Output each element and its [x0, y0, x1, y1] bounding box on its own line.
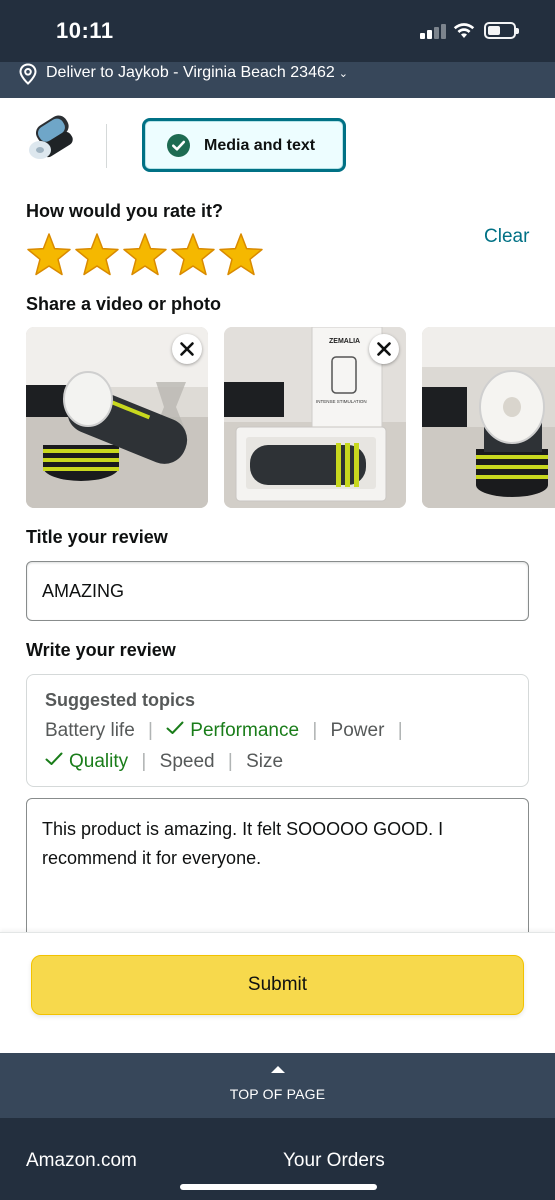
- star-icon[interactable]: [122, 232, 168, 278]
- battery-icon: [484, 22, 519, 39]
- rating-question: How would you rate it?: [26, 201, 223, 221]
- star-icon[interactable]: [74, 232, 120, 278]
- check-circle-icon: [167, 134, 190, 157]
- box-caption-text: INTENSE STIMULATION: [316, 399, 367, 404]
- clear-rating-link[interactable]: Clear: [484, 226, 529, 248]
- footer-link-amazon[interactable]: Amazon.com: [26, 1150, 137, 1172]
- status-time: 10:11: [56, 18, 114, 43]
- review-heading: Write your review: [26, 640, 176, 660]
- star-icon[interactable]: [26, 232, 72, 278]
- close-icon: [180, 342, 194, 356]
- topic-chip-size[interactable]: Size: [246, 751, 283, 772]
- media-heading: Share a video or photo: [26, 294, 222, 314]
- uploaded-photo[interactable]: [422, 327, 555, 508]
- title-heading: Title your review: [26, 527, 168, 547]
- suggested-topics-panel: Suggested topics Battery life | Performa…: [26, 674, 529, 787]
- checkmark-icon: [166, 721, 184, 734]
- footer-link-your-orders[interactable]: Your Orders: [283, 1150, 385, 1172]
- star-icon[interactable]: [170, 232, 216, 278]
- box-brand-text: ZEMALIA: [329, 338, 360, 345]
- chevron-down-icon: ⌄: [338, 68, 348, 80]
- topic-chip-power[interactable]: Power: [331, 720, 385, 741]
- product-photo-image: [422, 327, 555, 508]
- footer: Amazon.com Your Orders: [0, 1118, 555, 1200]
- review-title-input[interactable]: [26, 561, 529, 621]
- status-bar: 10:11: [0, 0, 555, 62]
- media-and-text-option[interactable]: Media and text: [142, 118, 346, 172]
- topic-chip-performance[interactable]: Performance: [166, 720, 304, 741]
- back-to-top[interactable]: TOP OF PAGE: [0, 1053, 555, 1118]
- product-thumbnail: [26, 108, 82, 164]
- topic-chip-battery-life[interactable]: Battery life: [45, 720, 135, 741]
- divider: [106, 124, 107, 168]
- delivery-location-text: Deliver to Jaykob - Virginia Beach 23462…: [46, 64, 348, 81]
- topic-chip-quality[interactable]: Quality: [45, 751, 133, 772]
- media-and-text-label: Media and text: [204, 137, 316, 154]
- uploaded-photo[interactable]: [26, 327, 208, 508]
- checkmark-icon: [45, 752, 63, 765]
- review-body-textarea[interactable]: This product is amazing. It felt SOOOOO …: [26, 798, 529, 948]
- submit-panel: Submit: [0, 932, 555, 1053]
- cellular-signal-icon: [420, 23, 446, 39]
- remove-photo-button[interactable]: [172, 334, 202, 364]
- remove-photo-button[interactable]: [369, 334, 399, 364]
- star-icon[interactable]: [218, 232, 264, 278]
- topic-chip-speed[interactable]: Speed: [160, 751, 215, 772]
- submit-button[interactable]: Submit: [31, 955, 524, 1015]
- home-indicator: [180, 1184, 377, 1190]
- wifi-icon: [453, 23, 475, 38]
- location-pin-icon: [19, 63, 37, 85]
- caret-up-icon: [271, 1066, 285, 1073]
- close-icon: [377, 342, 391, 356]
- star-rating[interactable]: [26, 232, 266, 278]
- delivery-location-bar[interactable]: Deliver to Jaykob - Virginia Beach 23462…: [0, 62, 555, 98]
- top-of-page-label: TOP OF PAGE: [229, 1086, 326, 1102]
- uploaded-photo[interactable]: ZEMALIA INTENSE STIMULATION: [224, 327, 406, 508]
- suggested-topics-title: Suggested topics: [45, 690, 196, 710]
